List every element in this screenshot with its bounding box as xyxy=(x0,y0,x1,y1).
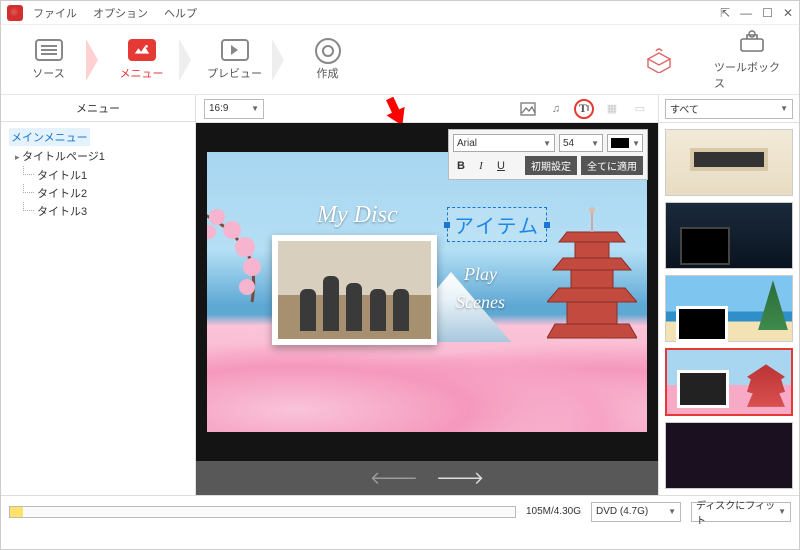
image-tool-icon[interactable] xyxy=(518,99,538,119)
step-create-label: 作成 xyxy=(317,65,339,81)
tree-item[interactable]: タイトル1 xyxy=(9,166,187,184)
close-icon[interactable]: ✕ xyxy=(783,6,793,20)
template-thumb[interactable] xyxy=(665,129,793,196)
menu-option[interactable]: オプション xyxy=(93,5,148,21)
reset-button[interactable]: 初期設定 xyxy=(525,156,577,175)
title-bar: ファイル オプション ヘルプ ⇱ — ☐ ✕ xyxy=(1,1,799,25)
font-color-select[interactable]: ▼ xyxy=(607,134,643,152)
menu-tree: メインメニュー タイトルページ1 タイトル1 タイトル2 タイトル3 xyxy=(1,122,195,226)
preview-icon xyxy=(221,39,249,61)
giftbox-icon xyxy=(644,47,674,73)
chevron-icon xyxy=(179,25,197,95)
menu-file[interactable]: ファイル xyxy=(33,5,77,21)
source-icon xyxy=(35,39,63,61)
stage-wrapper: My Disc Play Scenes アイテム Arial▼ 54▼ ▼ B … xyxy=(196,123,658,461)
chevron-icon xyxy=(86,25,104,95)
window-controls: ⇱ — ☐ ✕ xyxy=(720,6,793,20)
prev-arrow-icon[interactable]: 🡐 xyxy=(370,468,418,489)
page-tool-icon[interactable]: ▭ xyxy=(630,99,650,119)
play-link-text[interactable]: Play xyxy=(464,264,497,285)
giftbox-button[interactable] xyxy=(621,47,696,73)
template-thumb-selected[interactable] xyxy=(665,348,793,415)
template-filter: すべて▼ xyxy=(659,95,799,123)
bold-button[interactable]: B xyxy=(453,160,469,172)
text-item-selected[interactable]: アイテム xyxy=(447,207,547,242)
step-toolbox-label: ツールボックス xyxy=(714,59,789,91)
template-thumb[interactable] xyxy=(665,202,793,269)
aspect-value: 16:9 xyxy=(209,103,228,114)
toolbox-icon xyxy=(737,29,767,55)
create-icon xyxy=(314,39,342,61)
step-create[interactable]: 作成 xyxy=(290,39,365,81)
edit-toolbar: 16:9▼ ♫ TI ▦ ▭ xyxy=(196,95,658,123)
disc-title-text[interactable]: My Disc xyxy=(317,202,398,229)
tree-item[interactable]: タイトル3 xyxy=(9,202,187,220)
menu-help[interactable]: ヘルプ xyxy=(164,5,197,21)
text-format-bar: Arial▼ 54▼ ▼ B I U 初期設定 全てに適用 xyxy=(448,129,648,180)
minimize-icon[interactable]: — xyxy=(740,6,752,20)
italic-button[interactable]: I xyxy=(473,160,489,172)
step-bar: ソース メニュー プレビュー 作成 ツールボックス xyxy=(1,25,799,95)
disc-type-select[interactable]: DVD (4.7G)▼ xyxy=(591,502,681,522)
status-bar: 105M/4.30G DVD (4.7G)▼ ディスクにフィット▼ xyxy=(1,495,799,527)
next-arrow-icon[interactable]: 🡒 xyxy=(436,468,484,489)
template-filter-select[interactable]: すべて▼ xyxy=(665,99,793,119)
font-size-select[interactable]: 54▼ xyxy=(559,134,603,152)
sidebar: メニュー メインメニュー タイトルページ1 タイトル1 タイトル2 タイトル3 xyxy=(1,95,196,495)
maximize-icon[interactable]: ☐ xyxy=(762,6,773,20)
chevron-icon xyxy=(272,25,290,95)
menu-bar: ファイル オプション ヘルプ xyxy=(33,5,197,21)
stage-nav: 🡐 🡒 xyxy=(196,461,658,495)
workspace: メニュー メインメニュー タイトルページ1 タイトル1 タイトル2 タイトル3 … xyxy=(1,95,799,495)
capacity-text: 105M/4.30G xyxy=(526,506,581,517)
step-menu[interactable]: メニュー xyxy=(104,39,179,81)
sidebar-header: メニュー xyxy=(1,95,195,122)
template-thumb[interactable] xyxy=(665,275,793,342)
step-toolbox[interactable]: ツールボックス xyxy=(714,29,789,91)
fit-select[interactable]: ディスクにフィット▼ xyxy=(691,502,791,522)
font-family-select[interactable]: Arial▼ xyxy=(453,134,555,152)
apply-all-button[interactable]: 全てに適用 xyxy=(581,156,643,175)
menu-canvas[interactable]: My Disc Play Scenes アイテム xyxy=(207,152,647,432)
grid-tool-icon[interactable]: ▦ xyxy=(602,99,622,119)
template-thumb[interactable] xyxy=(665,422,793,489)
aspect-ratio-select[interactable]: 16:9▼ xyxy=(204,99,264,119)
music-tool-icon[interactable]: ♫ xyxy=(546,99,566,119)
app-logo-icon xyxy=(7,5,23,21)
pin-icon[interactable]: ⇱ xyxy=(720,6,730,20)
video-thumbnail[interactable] xyxy=(272,235,437,345)
template-pane: すべて▼ xyxy=(659,95,799,495)
step-preview[interactable]: プレビュー xyxy=(197,39,272,81)
tree-main-menu[interactable]: メインメニュー xyxy=(9,128,90,146)
menu-icon xyxy=(128,39,156,61)
step-menu-label: メニュー xyxy=(120,65,164,81)
step-source[interactable]: ソース xyxy=(11,39,86,81)
tree-item[interactable]: タイトル2 xyxy=(9,184,187,202)
step-source-label: ソース xyxy=(32,65,64,81)
tree-title-page[interactable]: タイトルページ1 xyxy=(9,146,187,166)
capacity-bar xyxy=(9,506,516,518)
step-preview-label: プレビュー xyxy=(207,65,262,81)
scenes-link-text[interactable]: Scenes xyxy=(456,292,505,313)
center-pane: 16:9▼ ♫ TI ▦ ▭ My Disc Play Scenes アイテム xyxy=(196,95,659,495)
text-tool-icon[interactable]: TI xyxy=(574,99,594,119)
template-list xyxy=(659,123,799,495)
underline-button[interactable]: U xyxy=(493,160,509,172)
